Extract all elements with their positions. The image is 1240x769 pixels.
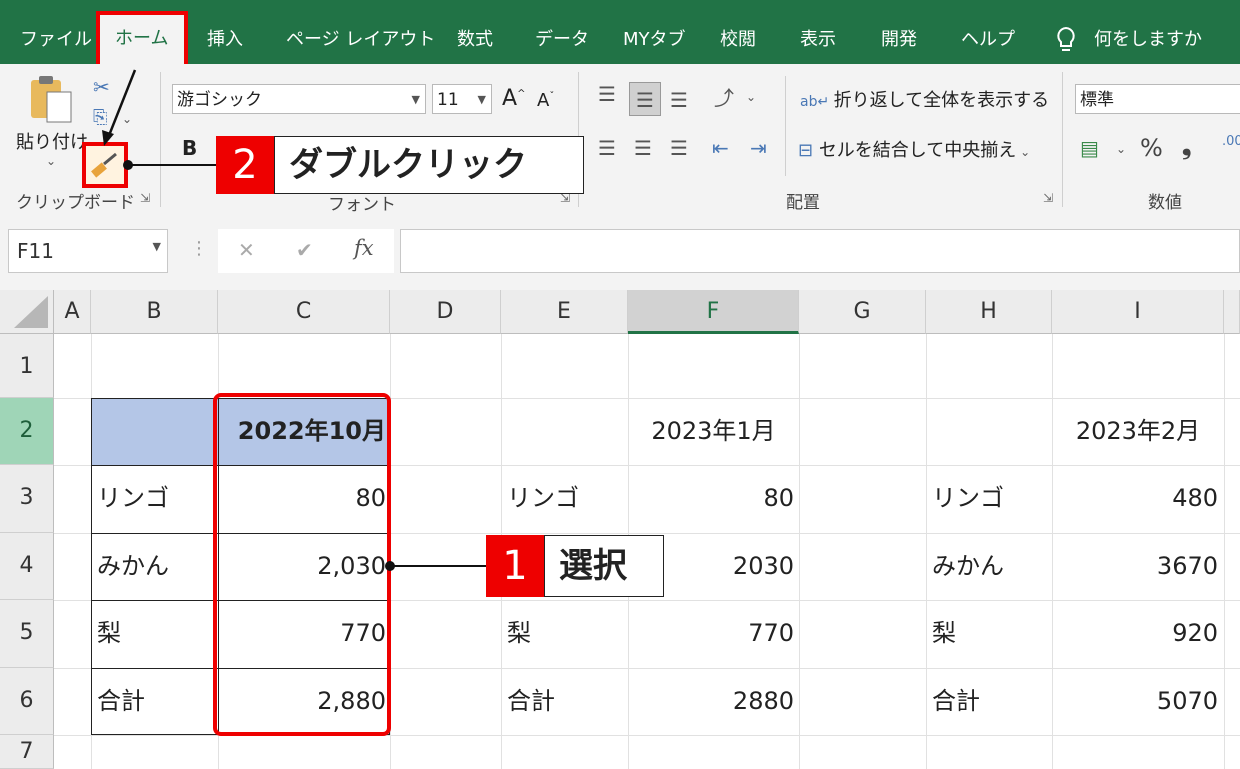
step1-label: 選択 [544, 535, 664, 597]
step2-number: 2 [216, 136, 274, 194]
step1-number: 1 [486, 535, 544, 597]
step2-label: ダブルクリック [274, 136, 584, 194]
annotation-lines [102, 69, 486, 571]
